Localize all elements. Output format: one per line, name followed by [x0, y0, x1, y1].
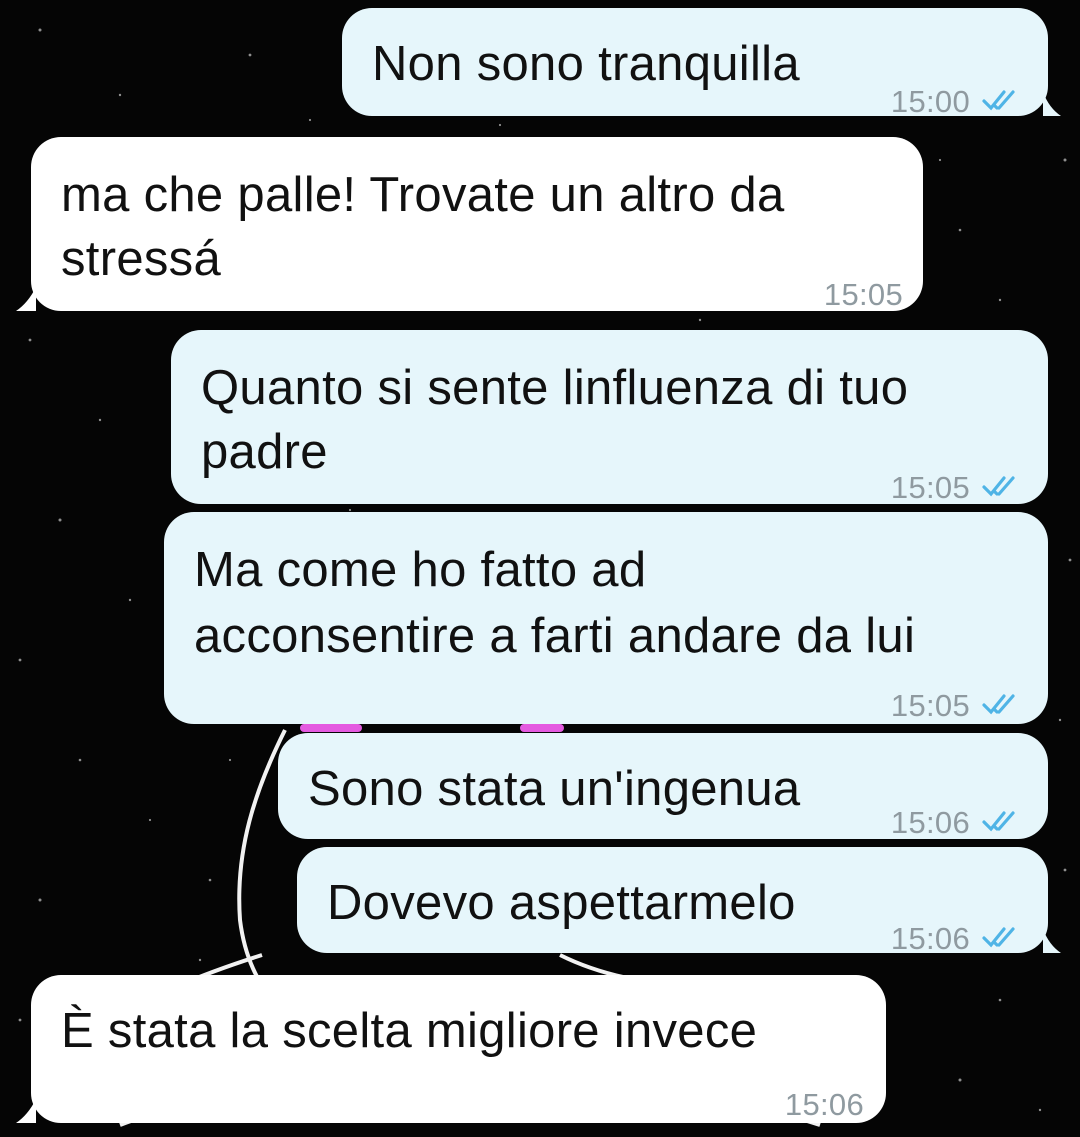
message-timestamp: 15:06 [890, 805, 970, 840]
double-check-icon [982, 791, 1024, 855]
message-timestamp: 15:06 [784, 1087, 864, 1122]
message-timestamp: 15:05 [823, 277, 903, 312]
outgoing-message[interactable]: Dovevo aspettarmelo 15:06 [297, 847, 1048, 956]
message-text: Sono stata un'ingenua [308, 762, 801, 816]
incoming-message[interactable]: ma che palle! Trovate un altro da stress… [31, 137, 923, 312]
message-timestamp: 15:06 [890, 921, 970, 956]
bubble-tail [16, 287, 36, 311]
message-text-line-1: Ma come ho fatto ad [194, 543, 647, 597]
message-meta: 15:05 [891, 456, 1024, 520]
outgoing-message[interactable]: Quanto si sente linfluenza di tuo padre … [171, 330, 1048, 505]
message-meta: 15:06 [891, 907, 1024, 971]
message-text-line-2: acconsentire a farti andare da lui [194, 609, 916, 663]
message-text: È stata la scelta migliore invece [61, 1004, 758, 1058]
message-text-line-2: padre [201, 425, 328, 479]
message-meta: 15:06 [785, 1073, 864, 1137]
outgoing-message[interactable]: Ma come ho fatto ad acconsentire a farti… [164, 512, 1048, 724]
double-check-icon [982, 456, 1024, 520]
outgoing-message[interactable]: Sono stata un'ingenua 15:06 [278, 733, 1048, 840]
double-check-icon [982, 674, 1024, 738]
message-text-line-2: stressá [61, 232, 222, 286]
message-meta: 15:00 [891, 70, 1024, 134]
message-timestamp: 15:05 [890, 470, 970, 505]
outgoing-message[interactable]: Non sono tranquilla 15:00 [342, 8, 1048, 119]
message-timestamp: 15:00 [890, 84, 970, 119]
message-text-line-1: ma che palle! Trovate un altro da [61, 168, 785, 222]
double-check-icon [982, 907, 1024, 971]
message-meta: 15:05 [824, 263, 903, 327]
message-timestamp: 15:05 [890, 688, 970, 723]
bubble-tail [16, 1099, 36, 1123]
message-text: Dovevo aspettarmelo [327, 876, 796, 930]
double-check-icon [982, 70, 1024, 134]
message-meta: 15:05 [891, 674, 1024, 738]
message-text-line-1: Quanto si sente linfluenza di tuo [201, 361, 909, 415]
bubble-tail [1043, 929, 1061, 953]
incoming-message[interactable]: È stata la scelta migliore invece 15:06 [31, 975, 886, 1123]
message-text: Non sono tranquilla [372, 37, 800, 91]
bubble-tail [1043, 92, 1061, 116]
message-meta: 15:06 [891, 791, 1024, 855]
